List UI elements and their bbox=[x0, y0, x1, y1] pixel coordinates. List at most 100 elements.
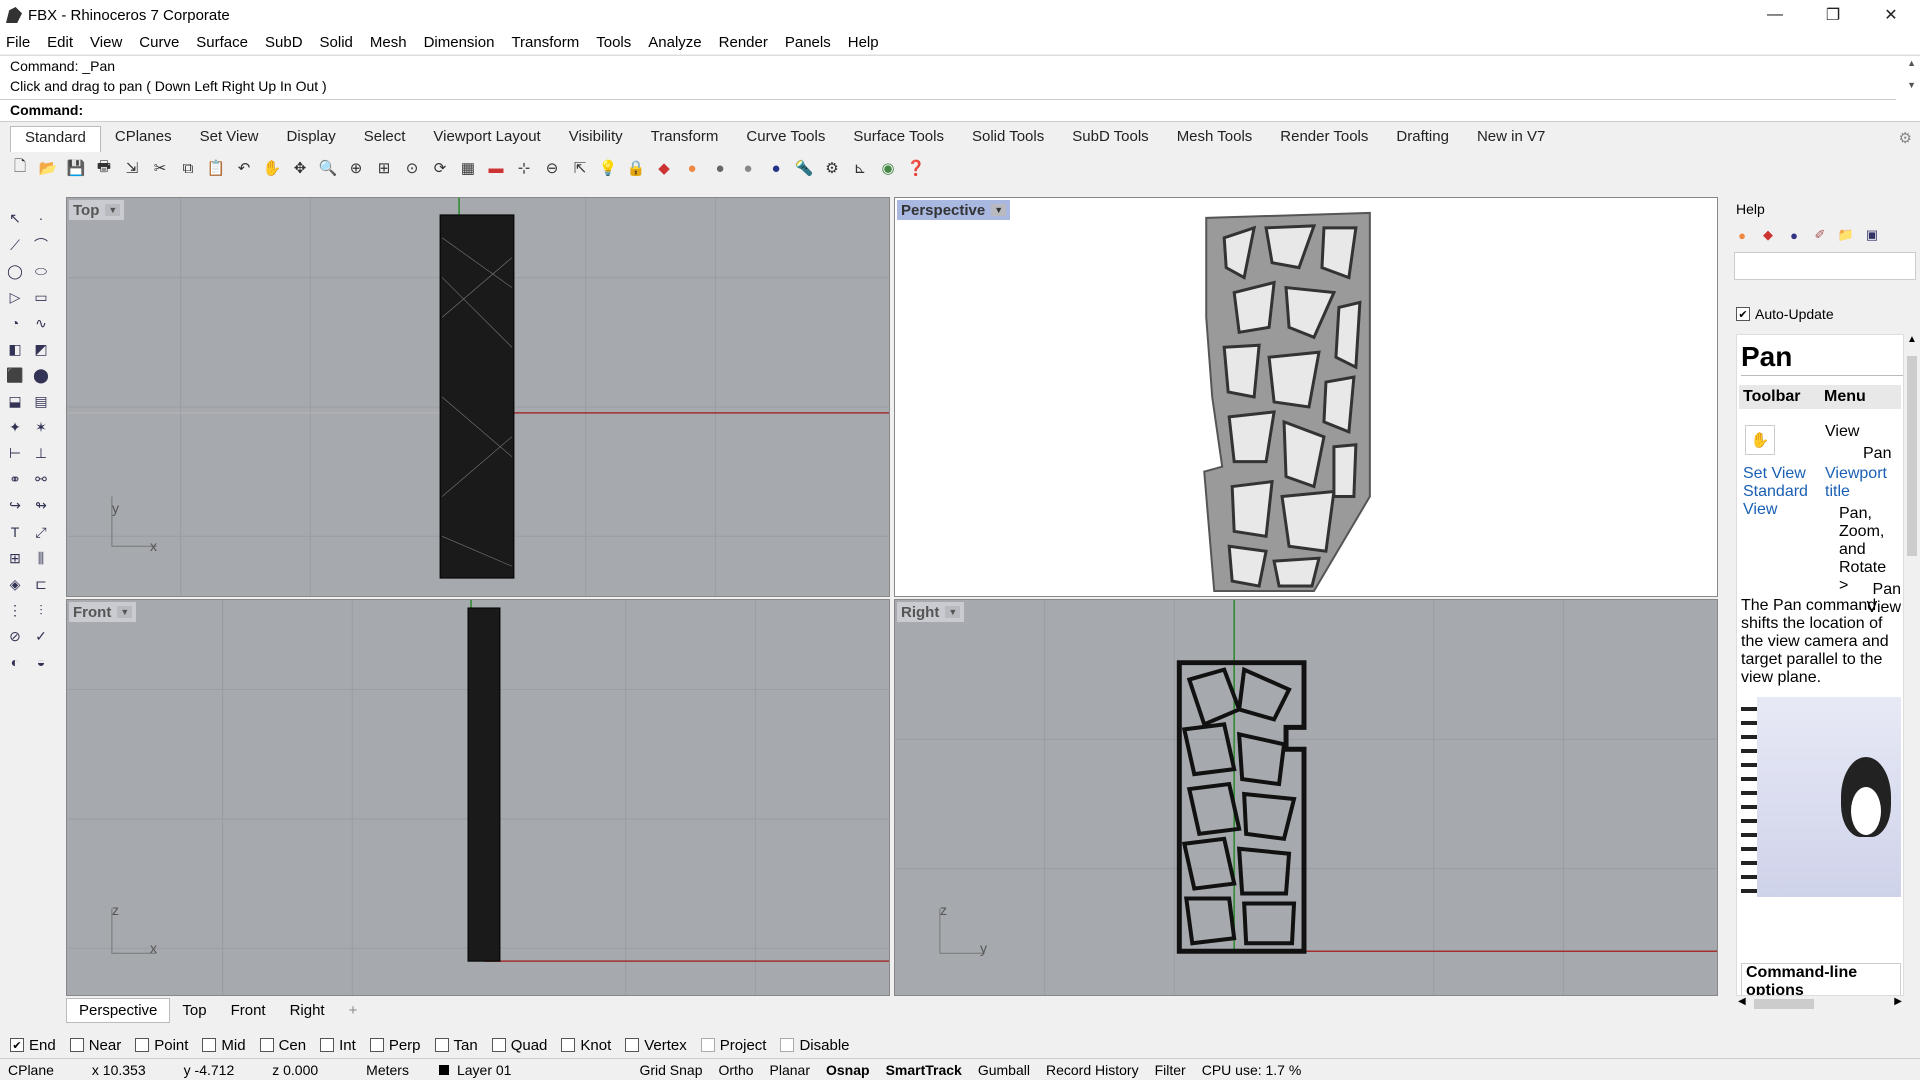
cut-icon[interactable]: ✂ bbox=[148, 156, 172, 180]
tab-set-view[interactable]: Set View bbox=[186, 126, 273, 152]
osnap-project[interactable]: Project bbox=[700, 1037, 766, 1054]
toggle-grid-snap[interactable]: Grid Snap bbox=[631, 1062, 710, 1078]
zoom-selected-icon[interactable]: ⊙ bbox=[400, 156, 424, 180]
osnap-point[interactable]: Point bbox=[135, 1037, 188, 1054]
tab-viewport-layout[interactable]: Viewport Layout bbox=[419, 126, 554, 152]
osnap-perp[interactable]: Perp bbox=[369, 1037, 421, 1054]
tab-render-tools[interactable]: Render Tools bbox=[1266, 126, 1382, 152]
globe-icon[interactable]: ◉ bbox=[876, 156, 900, 180]
command-prompt-input[interactable]: Command: bbox=[0, 99, 1896, 121]
help-tab-icon[interactable]: ▣ bbox=[1862, 225, 1882, 245]
menu-render[interactable]: Render bbox=[719, 34, 768, 51]
analyze-icon[interactable]: ⫶ bbox=[28, 597, 54, 623]
scroll-up-icon[interactable]: ▲ bbox=[1907, 58, 1916, 68]
import-icon[interactable]: ⇲ bbox=[120, 156, 144, 180]
units-label[interactable]: Meters bbox=[358, 1062, 439, 1078]
dimension-icon[interactable]: ⊾ bbox=[848, 156, 872, 180]
move-view-icon[interactable]: ✥ bbox=[288, 156, 312, 180]
dropdown-arrow-icon[interactable]: ▼ bbox=[991, 204, 1007, 216]
menu-curve[interactable]: Curve bbox=[139, 34, 179, 51]
mesh-icon[interactable]: ▤ bbox=[28, 389, 54, 415]
color-wheel-icon[interactable]: ● bbox=[680, 156, 704, 180]
extrude-icon[interactable]: ⬓ bbox=[2, 389, 28, 415]
print-icon[interactable]: 🖶 bbox=[92, 156, 116, 180]
polyline-icon[interactable]: ⟋ bbox=[2, 232, 28, 258]
dropdown-arrow-icon[interactable]: ▼ bbox=[945, 606, 961, 618]
dimension-tool-icon[interactable]: ⊏ bbox=[28, 571, 54, 597]
osnap-near[interactable]: Near bbox=[69, 1037, 121, 1054]
tab-select[interactable]: Select bbox=[350, 126, 420, 152]
cplane-icon[interactable]: ⊖ bbox=[540, 156, 564, 180]
layer-icon[interactable]: ◆ bbox=[652, 156, 676, 180]
menu-panels[interactable]: Panels bbox=[785, 34, 831, 51]
toggle-planar[interactable]: Planar bbox=[762, 1062, 818, 1078]
menu-help[interactable]: Help bbox=[848, 34, 879, 51]
osnap-vertex[interactable]: Vertex bbox=[625, 1037, 687, 1054]
light-icon[interactable]: 🔦 bbox=[792, 156, 816, 180]
viewtab-top[interactable]: Top bbox=[170, 999, 218, 1022]
toggle-filter[interactable]: Filter bbox=[1147, 1062, 1194, 1078]
align-icon[interactable]: ⫼ bbox=[28, 545, 54, 571]
circle-icon[interactable]: ◯ bbox=[2, 258, 28, 284]
tab-transform[interactable]: Transform bbox=[637, 126, 733, 152]
light-tool-icon[interactable]: ✦ bbox=[2, 415, 28, 441]
viewtab-front[interactable]: Front bbox=[219, 999, 278, 1022]
polygon-icon[interactable]: ▷ bbox=[2, 284, 28, 310]
viewport-top[interactable]: y x Top ▼ bbox=[66, 197, 890, 597]
grid-array-icon[interactable]: ⋮ bbox=[2, 597, 28, 623]
grid-icon[interactable]: ⊹ bbox=[512, 156, 536, 180]
help-video-thumbnail[interactable] bbox=[1741, 697, 1901, 897]
surface-icon[interactable]: ◧ bbox=[2, 337, 28, 363]
osnap-knot[interactable]: Knot bbox=[561, 1037, 611, 1054]
osnap-disable[interactable]: Disable bbox=[780, 1037, 850, 1054]
tab-curve-tools[interactable]: Curve Tools bbox=[732, 126, 839, 152]
explode-icon[interactable]: ✶ bbox=[28, 415, 54, 441]
auto-update-checkbox[interactable]: ✔ Auto-Update bbox=[1736, 306, 1834, 322]
viewtab-perspective[interactable]: Perspective bbox=[66, 998, 171, 1023]
undo-icon[interactable]: ↶ bbox=[232, 156, 256, 180]
material-icon[interactable]: ◐ bbox=[2, 649, 28, 675]
box-icon[interactable]: ⬛ bbox=[2, 363, 28, 389]
tab-cplanes[interactable]: CPlanes bbox=[101, 126, 186, 152]
osnap-cen[interactable]: Cen bbox=[259, 1037, 306, 1054]
arc-icon[interactable]: ◔ bbox=[2, 310, 28, 336]
close-button[interactable]: ✕ bbox=[1862, 0, 1920, 30]
menu-surface[interactable]: Surface bbox=[196, 34, 248, 51]
pipe-icon[interactable]: ⊘ bbox=[2, 623, 28, 649]
tab-subd-tools[interactable]: SubD Tools bbox=[1058, 126, 1162, 152]
lock-icon[interactable]: 🔒 bbox=[624, 156, 648, 180]
chamfer-icon[interactable]: ↬ bbox=[28, 493, 54, 519]
copy-icon[interactable]: ⧉ bbox=[176, 156, 200, 180]
fillet-icon[interactable]: ↪ bbox=[2, 493, 28, 519]
viewport-perspective[interactable]: Perspective ▼ bbox=[894, 197, 1718, 597]
boolean-icon[interactable]: ⬤ bbox=[28, 363, 54, 389]
options-icon[interactable]: ⚙ bbox=[820, 156, 844, 180]
pan-hand-icon[interactable]: ✋ bbox=[260, 156, 284, 180]
menu-view[interactable]: View bbox=[90, 34, 122, 51]
tab-standard[interactable]: Standard bbox=[10, 126, 101, 152]
render-sphere-icon[interactable]: ● bbox=[736, 156, 760, 180]
tab-mesh-tools[interactable]: Mesh Tools bbox=[1163, 126, 1267, 152]
dropdown-arrow-icon[interactable]: ▼ bbox=[117, 606, 133, 618]
toggle-smarttrack[interactable]: SmartTrack bbox=[878, 1062, 970, 1078]
properties-icon[interactable]: ✐ bbox=[1810, 225, 1830, 245]
zoom-window-icon[interactable]: ⊕ bbox=[344, 156, 368, 180]
split-icon[interactable]: ⊥ bbox=[28, 441, 54, 467]
checkbox-checked-icon[interactable]: ✔ bbox=[10, 1038, 24, 1052]
tab-drafting[interactable]: Drafting bbox=[1382, 126, 1463, 152]
select-arrow-icon[interactable]: ↖ bbox=[2, 206, 28, 232]
zoom-icon[interactable]: 🔍 bbox=[316, 156, 340, 180]
folder-icon[interactable]: 📁 bbox=[1836, 225, 1856, 245]
menu-subd[interactable]: SubD bbox=[265, 34, 303, 51]
viewport-front[interactable]: z x Front ▼ bbox=[66, 599, 890, 996]
tab-surface-tools[interactable]: Surface Tools bbox=[839, 126, 958, 152]
open-file-icon[interactable]: 📂 bbox=[36, 156, 60, 180]
group-icon[interactable]: ⚭ bbox=[2, 467, 28, 493]
four-view-icon[interactable]: ▦ bbox=[456, 156, 480, 180]
tab-visibility[interactable]: Visibility bbox=[555, 126, 637, 152]
render-tool-icon[interactable]: ◒ bbox=[28, 649, 54, 675]
osnap-int[interactable]: Int bbox=[320, 1037, 356, 1054]
check-icon[interactable]: ✓ bbox=[28, 623, 54, 649]
render-icon[interactable]: ● bbox=[1784, 225, 1804, 245]
help-link-viewport-title[interactable]: Viewport title bbox=[1825, 465, 1899, 501]
